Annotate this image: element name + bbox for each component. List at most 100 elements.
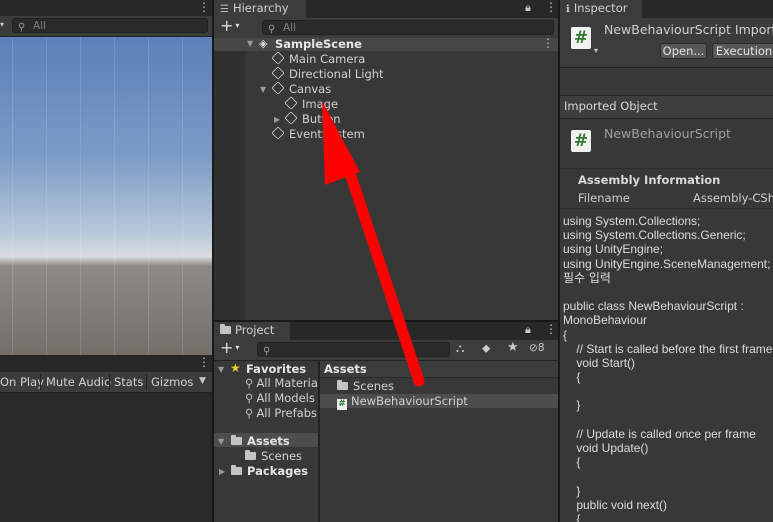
project-panel: Project 🔒︎ ⋮ + ▾ ⚲ ⛬ ⬥ ★ ⊘8 ▼ ★ Favorites… (214, 322, 558, 522)
script-dropdown-arrow-icon[interactable]: ▾ (594, 46, 598, 55)
code-line: { (563, 455, 581, 470)
code-line: void Update() (563, 441, 649, 455)
folder-open-icon (231, 435, 242, 445)
hierarchy-more-icon[interactable]: ⋮ (545, 0, 557, 14)
gizmos-dropdown-arrow-icon[interactable]: ▼ (199, 376, 206, 386)
code-line: using System.Collections.Generic; (563, 228, 746, 243)
favorite-star-icon[interactable]: ★ (507, 340, 519, 355)
code-line: using UnityEngine.SceneManagement; / (563, 256, 773, 271)
gizmos-toggle[interactable]: Gizmos (151, 375, 193, 389)
tree-item-image[interactable]: Image (284, 96, 338, 111)
lock-icon[interactable]: 🔒︎ (525, 323, 531, 337)
project-file-list: Assets Scenes # NewBehaviourScript (320, 361, 558, 522)
search-icon: ⚲ (268, 24, 276, 35)
code-line: public void next() (563, 497, 668, 512)
code-line: { (563, 327, 568, 342)
scene-foldout-arrow-icon[interactable]: ▼ (247, 39, 253, 48)
packages-foldout-arrow-icon[interactable]: ▶ (219, 467, 225, 476)
scene-search-placeholder: All (33, 20, 47, 32)
game-view-header (0, 355, 212, 372)
code-line: { (563, 511, 581, 522)
stats-toggle[interactable]: Stats (114, 375, 143, 389)
code-preview: using System.Collections; using System.C… (563, 214, 773, 522)
scene-more-icon[interactable]: ⋮ (542, 36, 554, 50)
gameobject-cube-icon (271, 126, 285, 140)
filename-label: Filename (578, 191, 630, 205)
tree-item-canvas[interactable]: Canvas (271, 81, 331, 96)
code-line: using System.Collections; (563, 214, 701, 228)
project-search-input[interactable]: ⚲ (257, 342, 450, 357)
hierarchy-panel: ☰ Hierarchy 🔒︎ ⋮ + ▾ ⚲ All ▼ ◈ SampleScene… (214, 0, 558, 320)
object-name: NewBehaviourScript (604, 126, 731, 141)
scene-search-input[interactable]: ⚲ All (12, 18, 208, 33)
scene-viewport[interactable] (0, 37, 212, 355)
maximize-on-play-toggle[interactable]: On Play (0, 375, 44, 389)
inspector-panel: ℹ Inspector # ▾ NewBehaviourScript Import… (560, 0, 773, 522)
list-icon: ☰ (220, 4, 229, 15)
project-more-icon[interactable]: ⋮ (545, 322, 557, 336)
open-button[interactable]: Open... (660, 43, 707, 59)
hidden-packages-toggle[interactable]: ⊘8 (529, 342, 545, 354)
folder-icon (337, 380, 348, 390)
tree-item-main-camera[interactable]: Main Camera (271, 51, 365, 66)
button-foldout-arrow-icon[interactable]: ▶ (274, 115, 280, 124)
toolbar-divider (40, 374, 41, 390)
project-add-button[interactable]: + ▾ (220, 338, 239, 357)
hierarchy-search-input[interactable]: ⚲ All (262, 20, 554, 35)
sidebar-item-scenes[interactable]: Scenes (245, 449, 302, 463)
sidebar-item-packages[interactable]: Packages (231, 464, 308, 478)
game-more-icon[interactable]: ⋮ (198, 355, 210, 369)
lock-icon[interactable]: 🔒︎ (525, 1, 531, 15)
tree-item-button[interactable]: Button (284, 111, 341, 126)
csharp-script-icon: # (571, 130, 591, 152)
folder-icon (220, 324, 231, 334)
hierarchy-search-placeholder: All (283, 22, 297, 34)
game-view-body (0, 393, 212, 522)
project-sidebar: ▼ ★ Favorites ⚲ All Materia ⚲ All Models ⚲… (214, 361, 318, 522)
mute-audio-toggle[interactable]: Mute Audio (46, 375, 111, 389)
tree-item-eventsystem[interactable]: EventSystem (271, 126, 365, 141)
file-item-scenes[interactable]: Scenes (337, 379, 394, 393)
section-divider (560, 168, 773, 169)
tree-item-directional-light[interactable]: Directional Light (271, 66, 384, 81)
info-icon: ℹ (566, 4, 570, 15)
scene-dropdown-arrow-icon[interactable]: ▾ (0, 20, 4, 29)
favorite-all-materials[interactable]: ⚲ All Materia (245, 376, 318, 390)
toolbar-divider (146, 374, 147, 390)
canvas-foldout-arrow-icon[interactable]: ▼ (260, 85, 266, 94)
scene-view-panel: ⋮ ▾ ⚲ All ⋮ On Play Mute Audio Stats Giz… (0, 0, 212, 522)
search-icon: ⚲ (18, 22, 26, 33)
search-icon: ⚲ (245, 406, 254, 420)
scene-grid (0, 37, 212, 355)
filename-value: Assembly-CSh (693, 191, 773, 205)
search-by-type-icon[interactable]: ⛬ (456, 341, 464, 356)
code-line: } (563, 398, 581, 413)
tree-item-samplescene: SampleScene (275, 37, 362, 51)
favorite-all-prefabs[interactable]: ⚲ All Prefabs (245, 406, 317, 420)
gameobject-cube-icon (271, 66, 285, 80)
toolbar-divider (109, 374, 110, 390)
tab-inspector[interactable]: ℹ Inspector (560, 0, 642, 18)
scene-more-icon[interactable]: ⋮ (198, 0, 210, 14)
code-line: void Start() (563, 355, 636, 370)
search-by-label-icon[interactable]: ⬥ (482, 341, 490, 356)
hierarchy-add-button[interactable]: + ▾ (220, 16, 239, 35)
execution-order-button[interactable]: Execution (712, 43, 773, 59)
code-line: 필수 입력 (563, 270, 611, 285)
favorite-all-models[interactable]: ⚲ All Models (245, 391, 315, 405)
breadcrumb[interactable]: Assets (324, 362, 367, 376)
eye-slash-icon: ⊘ (529, 342, 538, 354)
code-line: { (563, 370, 581, 385)
csharp-script-icon: # (337, 399, 347, 410)
favorites-foldout-arrow-icon[interactable]: ▼ (218, 365, 224, 374)
code-line: public class NewBehaviourScript : (563, 299, 744, 314)
search-icon: ⚲ (263, 346, 271, 357)
gameobject-cube-icon (284, 96, 298, 110)
assets-foldout-arrow-icon[interactable]: ▼ (218, 437, 224, 446)
unity-scene-icon: ◈ (259, 37, 268, 50)
sidebar-assets-row[interactable]: Assets (231, 434, 290, 448)
file-item-newbehaviourscript[interactable]: # NewBehaviourScript (337, 394, 468, 410)
hierarchy-indent-gutter (214, 51, 245, 320)
